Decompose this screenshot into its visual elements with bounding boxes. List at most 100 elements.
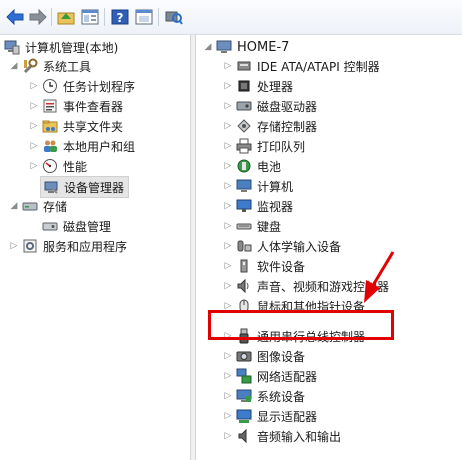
tree-item-label: 任务计划程序 — [63, 79, 136, 94]
expand-closed-icon[interactable]: ▷ — [28, 140, 40, 152]
tree-item-local-users[interactable]: ▷ 本地用户和组 — [28, 136, 135, 156]
expand-open-icon[interactable]: ◢ — [8, 60, 20, 72]
console-tree: 计算机管理(本地) ◢ 系统工具 ▷ 任务计划程序 ▷ 事件查看器 ▷ 共享文件… — [0, 35, 190, 460]
help-icon[interactable]: ? — [110, 7, 130, 27]
device-category-print-queues[interactable]: ▷ 打印队列 — [222, 136, 305, 156]
tree-item-task-scheduler[interactable]: ▷ 任务计划程序 — [28, 76, 135, 96]
properties-icon[interactable] — [80, 7, 100, 27]
device-category-computer[interactable]: ▷ 计算机 — [222, 176, 293, 196]
device-category-keyboards[interactable]: ▷ 键盘 — [222, 216, 281, 236]
device-category-label: 声音、视频和游戏控制器 — [257, 279, 390, 294]
expand-closed-icon[interactable]: ▷ — [222, 280, 234, 292]
tree-item-performance[interactable]: ▷ 性能 — [28, 156, 87, 176]
device-category-label: 打印队列 — [257, 139, 306, 154]
expand-closed-icon[interactable]: ▷ — [222, 140, 234, 152]
device-category-label: 软件设备 — [257, 259, 306, 274]
expand-closed-icon[interactable]: ▷ — [222, 220, 234, 232]
device-category-network[interactable]: ▷ 网络适配器 — [222, 366, 317, 386]
expand-closed-icon[interactable]: ▷ — [222, 100, 234, 112]
device-category-imaging[interactable]: ▷ 图像设备 — [222, 346, 305, 366]
tree-item-label: 设备管理器 — [64, 180, 125, 195]
tree-item-disk-management[interactable]: 磁盘管理 — [42, 216, 111, 236]
software-device-icon — [236, 258, 252, 274]
storage-controller-icon — [236, 118, 252, 134]
expand-closed-icon[interactable]: ▷ — [222, 200, 234, 212]
scan-hardware-icon[interactable] — [164, 7, 184, 27]
device-category-label: 人体学输入设备 — [257, 239, 342, 254]
device-category-sound[interactable]: ▷ 声音、视频和游戏控制器 — [222, 276, 389, 296]
expand-closed-icon[interactable]: ▷ — [222, 160, 234, 172]
expand-closed-icon[interactable]: ▷ — [222, 260, 234, 272]
device-category-display-adapters[interactable]: ▷ 显示适配器 — [222, 406, 317, 426]
tree-item-system-tools[interactable]: ◢ 系统工具 — [8, 56, 91, 76]
tree-item-device-manager[interactable]: 设备管理器 — [40, 176, 130, 198]
processor-icon — [236, 78, 252, 94]
device-category-processor[interactable]: ▷ 处理器 — [222, 76, 293, 96]
expand-closed-icon[interactable]: ▷ — [222, 370, 234, 382]
network-adapter-icon — [236, 368, 252, 384]
tree-item-event-viewer[interactable]: ▷ 事件查看器 — [28, 96, 123, 116]
expand-closed-icon[interactable]: ▷ — [222, 430, 234, 442]
device-category-label: 存储控制器 — [257, 119, 318, 134]
device-category-software-devices[interactable]: ▷ 软件设备 — [222, 256, 305, 276]
tree-item-services-apps[interactable]: ▷ 服务和应用程序 — [8, 236, 127, 256]
expand-closed-icon[interactable]: ▷ — [222, 240, 234, 252]
tree-root-home-7[interactable]: ◢ HOME-7 — [202, 37, 290, 57]
event-viewer-icon — [42, 98, 58, 114]
expand-closed-icon[interactable]: ▷ — [222, 180, 234, 192]
expand-closed-icon[interactable]: ▷ — [28, 160, 40, 172]
device-category-label: 网络适配器 — [257, 369, 318, 384]
device-category-label: 显示适配器 — [257, 409, 318, 424]
expand-closed-icon[interactable]: ▷ — [222, 390, 234, 402]
battery-icon — [236, 158, 252, 174]
expand-closed-icon[interactable]: ▷ — [222, 80, 234, 92]
device-category-ide[interactable]: ▷ IDE ATA/ATAPI 控制器 — [222, 56, 380, 76]
svg-text:?: ? — [117, 11, 124, 25]
display-adapter-icon — [236, 408, 252, 424]
tree-item-label: 服务和应用程序 — [43, 239, 128, 254]
device-category-storage-controllers[interactable]: ▷ 存储控制器 — [222, 116, 317, 136]
expand-closed-icon[interactable]: ▷ — [28, 100, 40, 112]
expand-open-icon[interactable]: ◢ — [202, 41, 214, 53]
tree-root-label: HOME-7 — [237, 39, 290, 55]
device-category-label: 监视器 — [257, 199, 294, 214]
system-device-icon — [236, 388, 252, 404]
computer-management-icon — [4, 39, 20, 55]
device-manager-icon — [43, 179, 59, 195]
tree-item-label: 共享文件夹 — [63, 119, 124, 134]
device-category-hid[interactable]: ▷ 人体学输入设备 — [222, 236, 341, 256]
tree-item-shared-folders[interactable]: ▷ 共享文件夹 — [28, 116, 123, 136]
up-folder-icon[interactable] — [56, 7, 76, 27]
tree-item-label: 计算机管理(本地) — [25, 40, 119, 55]
tree-item-label: 磁盘管理 — [63, 219, 112, 234]
device-tree: ◢ HOME-7 ▷ IDE ATA/ATAPI 控制器 ▷ 处理器 ▷ 磁盘驱… — [196, 35, 462, 460]
device-category-label: 键盘 — [257, 219, 282, 234]
device-category-label: 磁盘驱动器 — [257, 99, 318, 114]
expand-closed-icon[interactable]: ▷ — [222, 350, 234, 362]
tree-item-label: 本地用户和组 — [63, 139, 136, 154]
view-icon[interactable] — [134, 7, 154, 27]
device-category-label: 处理器 — [257, 79, 294, 94]
tree-item-storage[interactable]: ◢ 存储 — [8, 196, 67, 216]
expand-closed-icon[interactable]: ▷ — [28, 80, 40, 92]
expand-closed-icon[interactable]: ▷ — [8, 240, 20, 252]
device-category-monitors[interactable]: ▷ 监视器 — [222, 196, 293, 216]
tree-item-computer-management[interactable]: 计算机管理(本地) — [4, 37, 118, 57]
forward-arrow-icon[interactable] — [28, 7, 48, 27]
expand-closed-icon[interactable]: ▷ — [28, 120, 40, 132]
sound-icon — [236, 278, 252, 294]
expand-closed-icon[interactable]: ▷ — [222, 120, 234, 132]
keyboard-icon — [236, 218, 252, 234]
expand-closed-icon[interactable]: ▷ — [222, 410, 234, 422]
device-category-system-devices[interactable]: ▷ 系统设备 — [222, 386, 305, 406]
device-category-label: 电池 — [257, 159, 282, 174]
device-category-label: 计算机 — [257, 179, 294, 194]
device-category-audio-io[interactable]: ▷ 音频输入和输出 — [222, 426, 341, 446]
back-arrow-icon[interactable] — [5, 7, 25, 27]
monitor-icon — [236, 198, 252, 214]
expand-closed-icon[interactable]: ▷ — [222, 60, 234, 72]
disk-management-icon — [42, 218, 58, 234]
device-category-battery[interactable]: ▷ 电池 — [222, 156, 281, 176]
device-category-disk-drives[interactable]: ▷ 磁盘驱动器 — [222, 96, 317, 116]
expand-open-icon[interactable]: ◢ — [8, 200, 20, 212]
